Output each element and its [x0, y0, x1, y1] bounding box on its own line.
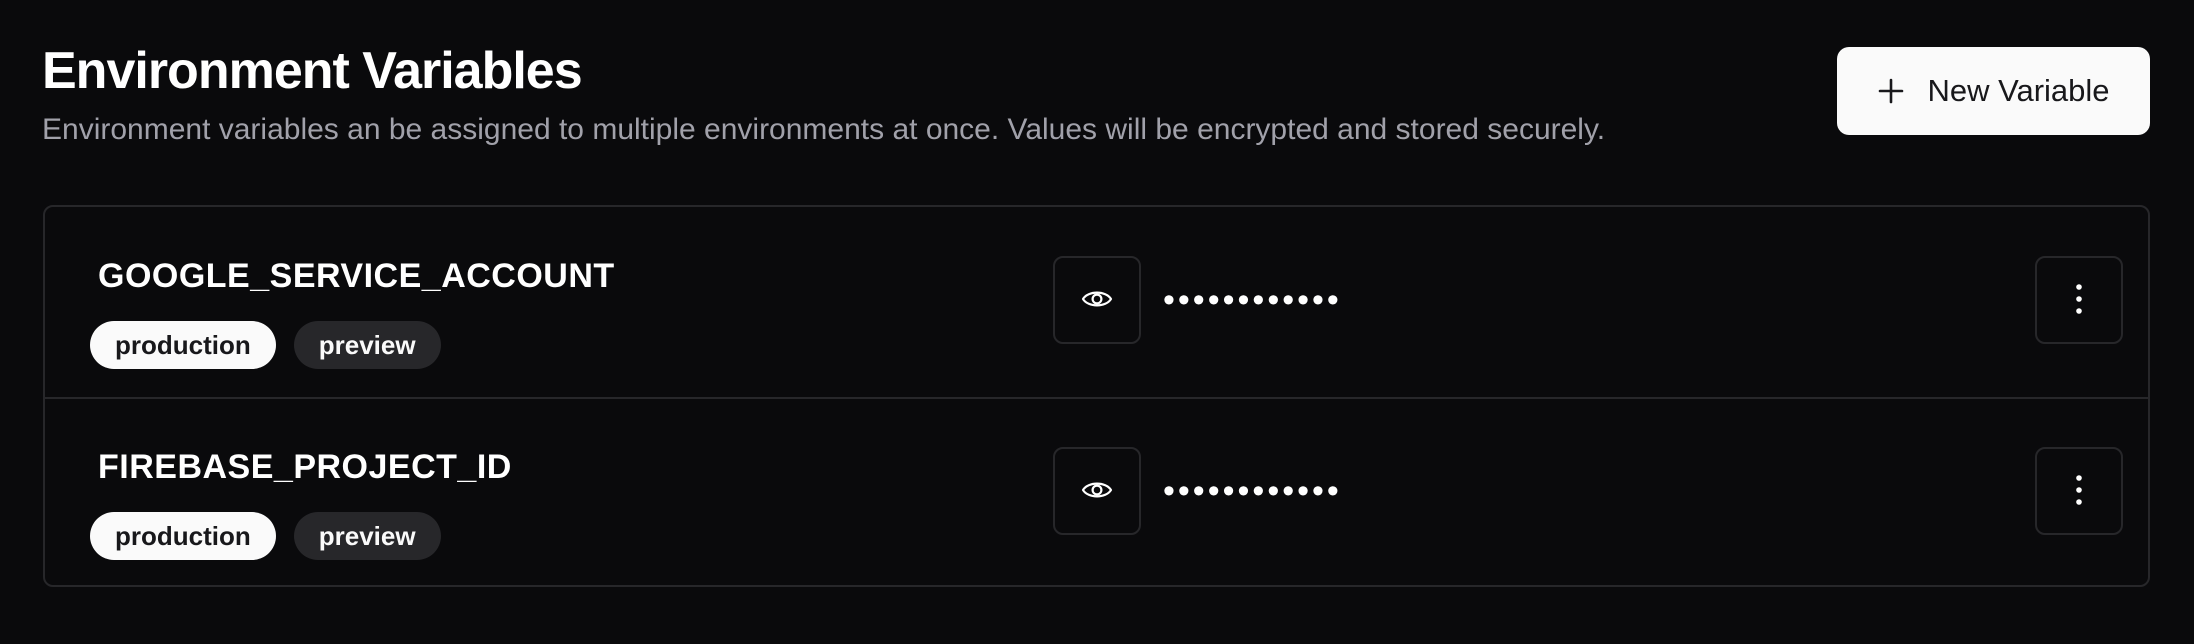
environment-badge-preview: preview	[293, 512, 441, 560]
variable-menu-button[interactable]	[2035, 447, 2123, 535]
reveal-value-button[interactable]	[1053, 256, 1141, 344]
more-vertical-icon	[2074, 282, 2084, 319]
environment-variables-page: Environment Variables Environment variab…	[0, 0, 2194, 644]
page-title: Environment Variables	[42, 42, 583, 100]
variable-name: GOOGLE_SERVICE_ACCOUNT	[98, 257, 615, 295]
masked-value: ••••••••••••	[1163, 472, 1342, 510]
variable-row: FIREBASE_PROJECT_ID production preview •…	[45, 398, 2148, 585]
plus-icon	[1877, 77, 1905, 105]
new-variable-label: New Variable	[1927, 73, 2110, 108]
environment-badges: production preview	[90, 512, 441, 560]
masked-value: ••••••••••••	[1163, 281, 1342, 319]
reveal-value-button[interactable]	[1053, 447, 1141, 535]
page-subtitle: Environment variables an be assigned to …	[42, 113, 1606, 146]
environment-badge-production: production	[90, 512, 276, 560]
environment-badge-preview: preview	[293, 321, 441, 369]
variable-row: GOOGLE_SERVICE_ACCOUNT production previe…	[45, 207, 2148, 399]
new-variable-button[interactable]: New Variable	[1837, 47, 2150, 135]
environment-badge-production: production	[90, 321, 276, 369]
variables-list: GOOGLE_SERVICE_ACCOUNT production previe…	[43, 205, 2150, 587]
more-vertical-icon	[2074, 473, 2084, 510]
eye-icon	[1080, 473, 1114, 510]
variable-menu-button[interactable]	[2035, 256, 2123, 344]
eye-icon	[1080, 282, 1114, 319]
variable-name: FIREBASE_PROJECT_ID	[98, 448, 512, 486]
environment-badges: production preview	[90, 321, 441, 369]
